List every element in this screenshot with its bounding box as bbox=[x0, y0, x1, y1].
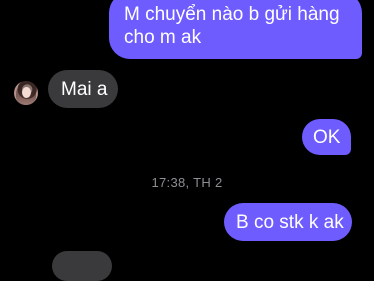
outgoing-message-bubble[interactable]: B co stk k ak bbox=[224, 203, 352, 241]
message-text: Mai a bbox=[61, 79, 108, 100]
message-text-line-2: cho m ak bbox=[124, 27, 202, 48]
avatar-face bbox=[22, 87, 31, 98]
incoming-message-bubble-partial[interactable] bbox=[52, 251, 112, 281]
outgoing-message-bubble[interactable]: OK bbox=[302, 119, 351, 155]
sender-avatar[interactable] bbox=[14, 81, 38, 105]
message-text: B co stk k ak bbox=[236, 212, 344, 233]
message-text: OK bbox=[313, 127, 341, 148]
message-thread: M chuyển nào b gửi hàng cho m ak Mai a O… bbox=[0, 0, 374, 281]
message-text-line-1: M chuyển nào b gửi hàng bbox=[124, 4, 340, 25]
incoming-message-bubble[interactable]: Mai a bbox=[48, 70, 118, 108]
outgoing-message-bubble[interactable]: M chuyển nào b gửi hàng cho m ak bbox=[109, 0, 362, 59]
message-timestamp: 17:38, TH 2 bbox=[151, 175, 223, 190]
